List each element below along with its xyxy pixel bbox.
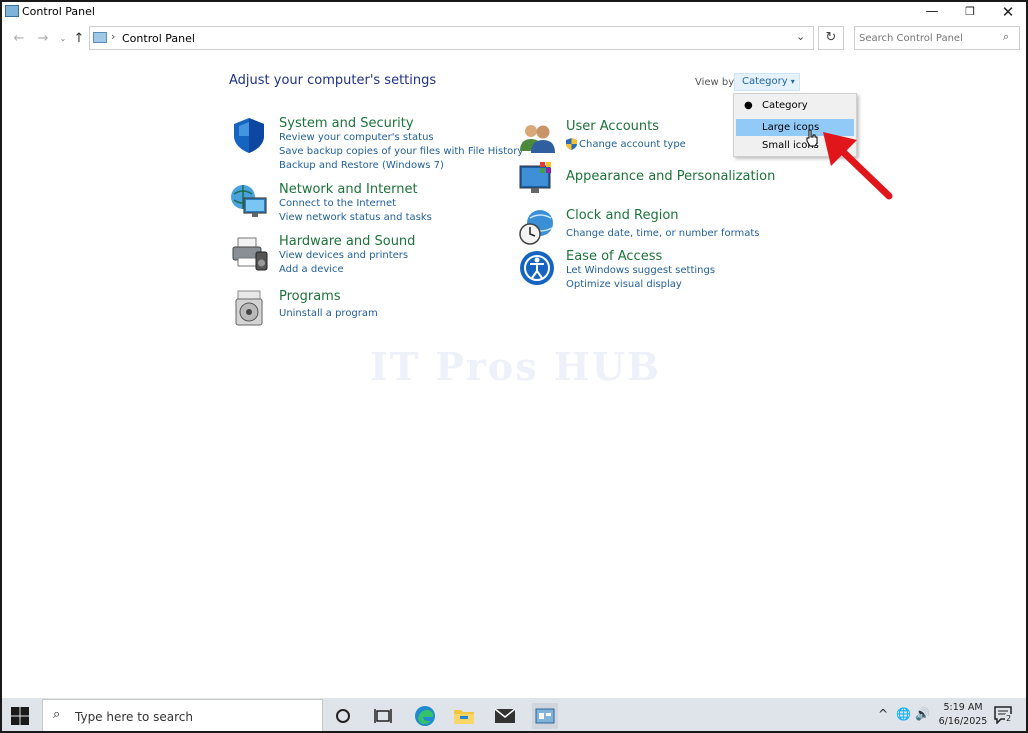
minimize-button[interactable]: — — [914, 2, 950, 22]
monitor-palette-icon — [519, 162, 551, 193]
restore-button[interactable]: ❐ — [952, 2, 988, 22]
annotation-arrow-icon — [823, 132, 893, 200]
ease-of-access-icon — [520, 251, 554, 285]
taskbar-search[interactable]: ⌕ Type here to search — [42, 699, 323, 731]
link-file-history[interactable]: Save backup copies of your files with Fi… — [279, 146, 523, 157]
up-arrow-icon[interactable]: ↑ — [70, 30, 88, 48]
link-backup-restore[interactable]: Backup and Restore (Windows 7) — [279, 160, 444, 171]
breadcrumb-separator-icon[interactable]: › — [111, 30, 115, 43]
link-change-account-type[interactable]: Change account type — [579, 139, 686, 150]
notification-count: 2 — [1005, 714, 1013, 723]
tray-chevron-icon[interactable]: ^ — [878, 707, 888, 721]
title-bar: Control Panel — ❐ ✕ — [2, 2, 1026, 22]
back-arrow-icon[interactable]: ← — [10, 30, 28, 48]
refresh-button[interactable]: ↻ — [818, 26, 844, 50]
clock-date: 6/16/2025 — [938, 716, 988, 727]
clock[interactable]: 5:19 AM 6/16/2025 — [938, 701, 988, 729]
address-bar[interactable]: › Control Panel ⌄ — [89, 26, 814, 50]
view-by-value[interactable]: Category — [742, 76, 788, 87]
taskbar-search-placeholder[interactable]: Type here to search — [75, 710, 193, 724]
control-panel-small-icon — [93, 32, 107, 43]
view-by-label: View by: — [695, 77, 737, 88]
printer-speaker-icon — [232, 237, 268, 271]
category-title[interactable]: User Accounts — [566, 119, 659, 134]
file-explorer-icon[interactable] — [451, 703, 477, 729]
link-devices-printers[interactable]: View devices and printers — [279, 250, 408, 261]
network-globe-tray-icon[interactable]: 🌐 — [896, 707, 911, 721]
shield-icon — [234, 118, 264, 153]
category-appearance[interactable]: Appearance and Personalization — [518, 160, 775, 200]
notification-center-icon[interactable]: 2 — [994, 706, 1014, 725]
category-system-security[interactable]: System and Security Review your computer… — [230, 116, 523, 176]
search-box[interactable]: ⌕ — [854, 26, 1020, 50]
uac-shield-icon — [566, 138, 577, 150]
page-heading: Adjust your computer's settings — [229, 73, 437, 88]
chevron-down-icon[interactable]: ⌄ — [796, 30, 805, 43]
link-uninstall-program[interactable]: Uninstall a program — [279, 308, 378, 319]
watermark: IT Pros HUB — [370, 344, 662, 389]
category-title[interactable]: Ease of Access — [566, 249, 662, 264]
forward-arrow-icon[interactable]: → — [34, 30, 52, 48]
category-ease-of-access[interactable]: Ease of Access Let Windows suggest setti… — [518, 249, 758, 293]
category-title[interactable]: Programs — [279, 289, 341, 304]
category-title[interactable]: System and Security — [279, 116, 414, 131]
windows-start-icon[interactable] — [10, 706, 30, 726]
link-date-time-formats[interactable]: Change date, time, or number formats — [566, 228, 760, 239]
taskbar: ⌕ Type here to search ^ 🌐 🔊 5:19 AM 6/16… — [2, 698, 1026, 731]
cortana-circle-icon[interactable] — [330, 703, 356, 729]
control-panel-taskbar-icon[interactable] — [532, 703, 558, 729]
edge-icon[interactable] — [412, 703, 438, 729]
link-suggest-settings[interactable]: Let Windows suggest settings — [566, 265, 715, 276]
control-panel-window: Control Panel — ❐ ✕ ← → ⌄ ↑ › Control Pa… — [0, 0, 1028, 733]
users-icon — [520, 125, 555, 153]
category-title[interactable]: Appearance and Personalization — [566, 169, 775, 184]
clock-time: 5:19 AM — [943, 702, 983, 713]
search-input[interactable] — [859, 30, 999, 46]
category-hardware-sound[interactable]: Hardware and Sound View devices and prin… — [230, 234, 510, 278]
volume-icon[interactable]: 🔊 — [915, 707, 930, 721]
category-clock-region[interactable]: Clock and Region Change date, time, or n… — [518, 208, 760, 248]
category-network-internet[interactable]: Network and Internet Connect to the Inte… — [230, 182, 510, 226]
network-globe-icon — [231, 185, 267, 217]
breadcrumb-control-panel[interactable]: Control Panel — [122, 32, 195, 45]
mail-icon[interactable] — [492, 703, 518, 729]
link-connect-internet[interactable]: Connect to the Internet — [279, 198, 396, 209]
category-title[interactable]: Hardware and Sound — [279, 234, 415, 249]
link-add-device[interactable]: Add a device — [279, 264, 344, 275]
link-optimize-display[interactable]: Optimize visual display — [566, 279, 682, 290]
category-user-accounts[interactable]: User Accounts Change account type — [518, 119, 738, 159]
category-title[interactable]: Clock and Region — [566, 208, 679, 223]
view-by-dropdown[interactable]: Category ▾ — [734, 73, 800, 91]
task-view-icon[interactable] — [370, 703, 396, 729]
dropdown-caret-icon[interactable]: ▾ — [791, 77, 795, 86]
programs-disc-icon — [235, 290, 263, 326]
category-title[interactable]: Network and Internet — [279, 182, 418, 197]
selected-bullet-icon: ● — [744, 100, 753, 111]
menu-item-category[interactable]: ● Category — [736, 97, 854, 114]
link-review-status[interactable]: Review your computer's status — [279, 132, 434, 143]
clock-globe-icon — [519, 210, 553, 245]
search-icon[interactable]: ⌕ — [1003, 30, 1009, 44]
window-title: Control Panel — [22, 5, 95, 18]
close-button[interactable]: ✕ — [990, 2, 1026, 22]
menu-item-label[interactable]: Category — [762, 100, 808, 111]
search-icon: ⌕ — [53, 707, 61, 722]
control-panel-icon — [5, 5, 19, 17]
link-network-status[interactable]: View network status and tasks — [279, 212, 432, 223]
category-programs[interactable]: Programs Uninstall a program — [230, 289, 510, 326]
